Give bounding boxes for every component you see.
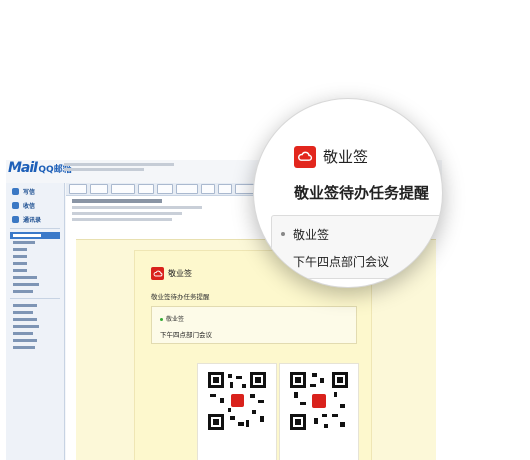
- user-info: [64, 163, 184, 175]
- qr-code-icon: [288, 370, 350, 432]
- pen-icon: [12, 187, 19, 195]
- toolbar-button[interactable]: [69, 184, 87, 194]
- sidebar-folder[interactable]: [10, 267, 60, 274]
- message-sender: [72, 206, 202, 209]
- qr-code-icon: [206, 370, 268, 432]
- qr-card-left: [197, 363, 277, 460]
- toolbar-button[interactable]: [176, 184, 198, 194]
- sidebar-folder[interactable]: [10, 288, 60, 295]
- toolbar-button[interactable]: [138, 184, 154, 194]
- sidebar-folder[interactable]: [10, 309, 60, 316]
- sidebar-folder[interactable]: [10, 274, 60, 281]
- sidebar-folder[interactable]: [10, 239, 60, 246]
- contacts-button[interactable]: 通讯录: [12, 214, 60, 224]
- sidebar-folder[interactable]: [10, 330, 60, 337]
- reminder-box: 敬业签 下午四点部门会议: [151, 306, 357, 344]
- compose-button[interactable]: 写信: [12, 186, 60, 196]
- toolbar-button[interactable]: [157, 184, 173, 194]
- sidebar-folder[interactable]: [10, 281, 60, 288]
- sidebar-divider: [10, 228, 60, 229]
- logo-mail-text: MaiI: [8, 160, 38, 176]
- contacts-label: 通讯录: [23, 216, 42, 224]
- message-date: [72, 212, 182, 215]
- inbox-label: 收信: [23, 202, 36, 210]
- toolbar-button[interactable]: [218, 184, 232, 194]
- inbox-button[interactable]: 收信: [12, 200, 60, 210]
- sidebar-folder[interactable]: [10, 253, 60, 260]
- sidebar-folder[interactable]: [10, 344, 60, 351]
- card-brand-name: 敬业签: [168, 269, 192, 278]
- toolbar-button[interactable]: [235, 184, 255, 194]
- compose-label: 写信: [23, 188, 36, 196]
- magnified-reminder-text: 下午四点部门会议: [293, 255, 390, 269]
- cloud-logo-icon: [294, 146, 316, 168]
- magnifier-zoom-circle: 敬业签 敬业签待办任务提醒 敬业签 下午四点部门会议: [253, 98, 443, 288]
- message-recipient: [72, 218, 172, 221]
- reminder-label: 敬业签: [160, 314, 184, 323]
- sidebar-folder[interactable]: [10, 316, 60, 323]
- qq-mail-logo[interactable]: MaiI QQ邮箱: [8, 160, 72, 176]
- toolbar-button[interactable]: [201, 184, 215, 194]
- qr-card-right: [279, 363, 359, 460]
- magnified-reminder-label: 敬业签: [280, 228, 330, 242]
- message-subject: [72, 199, 162, 203]
- sidebar-folder[interactable]: [10, 246, 60, 253]
- toolbar-button[interactable]: [111, 184, 135, 194]
- card-title: 敬业签待办任务提醒: [151, 293, 210, 301]
- sidebar-folder[interactable]: [10, 302, 60, 309]
- magnified-brand-name: 敬业签: [323, 148, 369, 166]
- card-brand: 敬业签: [151, 267, 192, 280]
- magnified-reminder-box: 敬业签 下午四点部门会议: [271, 215, 442, 279]
- sidebar-divider: [10, 298, 60, 299]
- sidebar-folder[interactable]: [10, 260, 60, 267]
- magnified-title: 敬业签待办任务提醒: [294, 184, 430, 202]
- sidebar-folder[interactable]: [10, 323, 60, 330]
- inbox-icon: [12, 201, 19, 209]
- reminder-text: 下午四点部门会议: [160, 331, 212, 339]
- sidebar-folder-selected[interactable]: [10, 232, 60, 239]
- cloud-logo-icon: [151, 267, 164, 280]
- sidebar-folder[interactable]: [10, 337, 60, 344]
- contacts-icon: [12, 215, 19, 223]
- toolbar-button[interactable]: [90, 184, 108, 194]
- sidebar: 写信 收信 通讯录: [6, 183, 65, 460]
